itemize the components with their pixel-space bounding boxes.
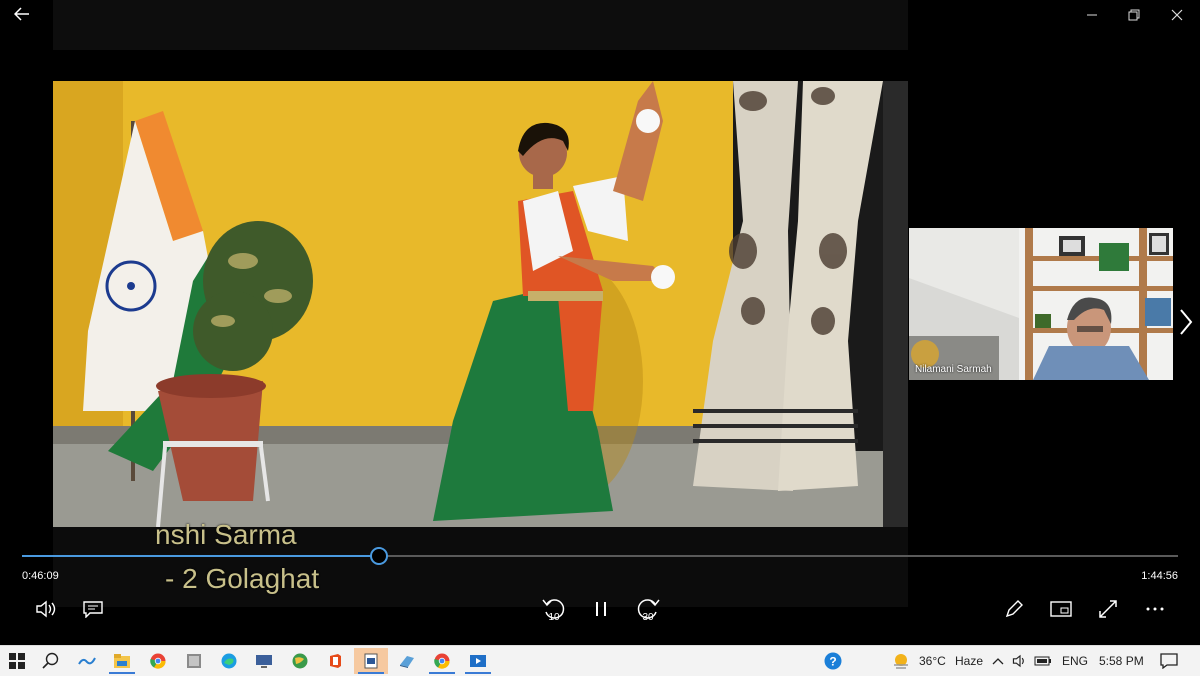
chrome-profile-icon — [434, 653, 450, 669]
search-button[interactable] — [34, 648, 68, 674]
taskbar-movies-tv[interactable] — [461, 648, 495, 674]
notification-icon — [1160, 653, 1178, 669]
participant-scene — [909, 228, 1173, 380]
svg-text:?: ? — [829, 655, 836, 669]
speaker-icon — [36, 600, 56, 618]
taskbar-app-book[interactable] — [390, 648, 424, 674]
rewind-10-icon: 10 — [542, 599, 565, 622]
taskbar-app-monitor[interactable] — [247, 648, 281, 674]
chevron-up-icon — [992, 658, 1004, 665]
pencil-icon — [1005, 600, 1023, 618]
participant-name-label: Nilamani Sarmah — [915, 364, 992, 375]
edit-button[interactable] — [999, 596, 1029, 622]
main-video-frame[interactable] — [53, 81, 908, 527]
start-button[interactable] — [0, 648, 34, 674]
subtitles-icon — [83, 601, 103, 618]
show-hidden-icons-button[interactable] — [986, 648, 1010, 674]
fullscreen-button[interactable] — [1093, 596, 1123, 622]
minimize-icon — [1087, 14, 1097, 16]
more-icon — [1146, 607, 1164, 611]
pause-button[interactable] — [586, 596, 616, 622]
chevron-right-icon — [1180, 309, 1193, 335]
search-icon — [42, 652, 59, 669]
minimize-button[interactable] — [1070, 0, 1114, 30]
more-options-button[interactable] — [1140, 596, 1170, 622]
weather-widget[interactable] — [884, 648, 918, 674]
weather-haze-icon — [894, 654, 908, 669]
mini-view-icon — [1050, 601, 1072, 617]
folder-icon — [114, 654, 130, 668]
subtitles-button[interactable] — [78, 596, 108, 622]
current-time: 0:46:09 — [22, 570, 59, 582]
video-caption-place: - 2 Golaghat — [165, 563, 320, 594]
taskbar-chrome[interactable] — [141, 648, 175, 674]
dance-performance-scene — [53, 81, 908, 527]
fullscreen-icon — [1099, 600, 1117, 618]
office-icon — [330, 654, 341, 668]
app-window-icon — [187, 654, 201, 668]
notifications-button[interactable] — [1152, 648, 1186, 674]
movies-icon — [470, 655, 486, 667]
volume-tray-button[interactable] — [1008, 648, 1032, 674]
video-player-window: nshi Sarma - 2 Golaghat Nilamani Sarmah — [0, 0, 1200, 645]
back-button[interactable] — [8, 4, 36, 26]
globe-icon — [292, 653, 308, 669]
weather-temperature: 36°C — [919, 654, 946, 668]
clock[interactable]: 5:58 PM — [1099, 654, 1144, 668]
restore-icon — [1128, 9, 1140, 21]
close-button[interactable] — [1155, 0, 1199, 30]
restore-button[interactable] — [1112, 0, 1156, 30]
battery-tray-button[interactable] — [1031, 648, 1055, 674]
video-letterbox-top — [53, 0, 908, 50]
seek-bar[interactable] — [22, 547, 1178, 565]
participant-video-tile[interactable] — [909, 228, 1173, 380]
weather-condition: Haze — [955, 654, 984, 668]
video-caption-name: nshi Sarma — [155, 519, 297, 550]
forward-button[interactable]: 30 — [633, 596, 663, 622]
taskbar-app-globe[interactable] — [283, 648, 317, 674]
taskbar-edge[interactable] — [212, 648, 246, 674]
edge-icon — [221, 653, 237, 669]
forward-seconds: 30 — [642, 612, 654, 622]
pause-icon — [596, 602, 606, 616]
volume-button[interactable] — [31, 596, 61, 622]
close-icon — [1171, 9, 1183, 21]
help-button[interactable]: ? — [816, 648, 850, 674]
mini-view-button[interactable] — [1046, 596, 1076, 622]
speaker-icon — [1012, 654, 1024, 668]
seek-progress — [22, 555, 380, 557]
taskbar-chrome-2[interactable] — [425, 648, 459, 674]
taskbar-app-gray[interactable] — [177, 648, 211, 674]
next-button[interactable] — [1176, 305, 1196, 339]
back-arrow-icon — [13, 7, 29, 21]
taskbar-office[interactable] — [318, 648, 352, 674]
windows-logo-icon — [9, 653, 25, 669]
help-icon: ? — [824, 652, 842, 670]
app-logo-icon — [78, 657, 96, 665]
forward-30-icon: 30 — [637, 599, 660, 622]
book-icon — [400, 656, 414, 668]
document-icon — [364, 653, 378, 669]
rewind-button[interactable]: 10 — [539, 596, 569, 622]
rewind-seconds: 10 — [548, 612, 560, 622]
total-duration: 1:44:56 — [1141, 570, 1178, 582]
monitor-icon — [256, 655, 272, 668]
chrome-icon — [150, 653, 166, 669]
language-indicator[interactable]: ENG — [1062, 654, 1088, 668]
taskbar: ? 36°C Haze ENG 5:58 PM — [0, 645, 1200, 676]
taskbar-file-explorer[interactable] — [105, 648, 139, 674]
taskbar-app-1[interactable] — [70, 648, 104, 674]
taskbar-word[interactable] — [354, 648, 388, 674]
battery-icon — [1034, 656, 1051, 666]
